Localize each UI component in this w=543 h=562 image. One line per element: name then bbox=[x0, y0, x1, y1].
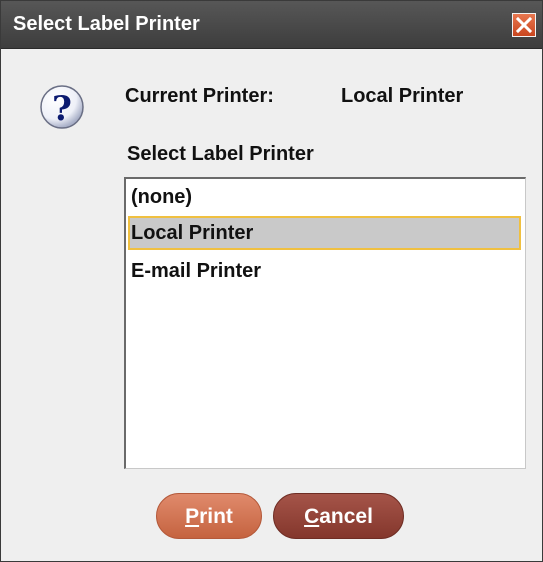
select-label-printer-dialog: Select Label Printer ? Current Printer: … bbox=[0, 0, 543, 562]
print-button[interactable]: Print bbox=[156, 493, 262, 539]
list-item-local-printer[interactable]: Local Printer bbox=[128, 216, 521, 250]
cancel-mnemonic: C bbox=[304, 505, 320, 528]
title-bar[interactable]: Select Label Printer bbox=[1, 1, 542, 49]
cancel-button[interactable]: Cancel bbox=[273, 493, 404, 539]
list-item-email-printer[interactable]: E-mail Printer bbox=[128, 254, 521, 288]
svg-text:?: ? bbox=[52, 89, 72, 129]
close-button[interactable] bbox=[512, 13, 536, 37]
cancel-label-rest: ancel bbox=[319, 505, 373, 528]
print-mnemonic: P bbox=[185, 505, 200, 528]
printer-list-heading: Select Label Printer bbox=[127, 143, 314, 165]
current-printer-value: Local Printer bbox=[341, 85, 464, 107]
current-printer-label: Current Printer: bbox=[125, 85, 274, 107]
question-mark-icon: ? bbox=[38, 83, 86, 131]
printer-list[interactable]: (none) Local Printer E-mail Printer bbox=[124, 177, 526, 469]
close-icon bbox=[515, 16, 533, 34]
print-label-rest: rint bbox=[199, 505, 233, 528]
dialog-title: Select Label Printer bbox=[13, 13, 200, 35]
list-item-none[interactable]: (none) bbox=[128, 180, 521, 214]
